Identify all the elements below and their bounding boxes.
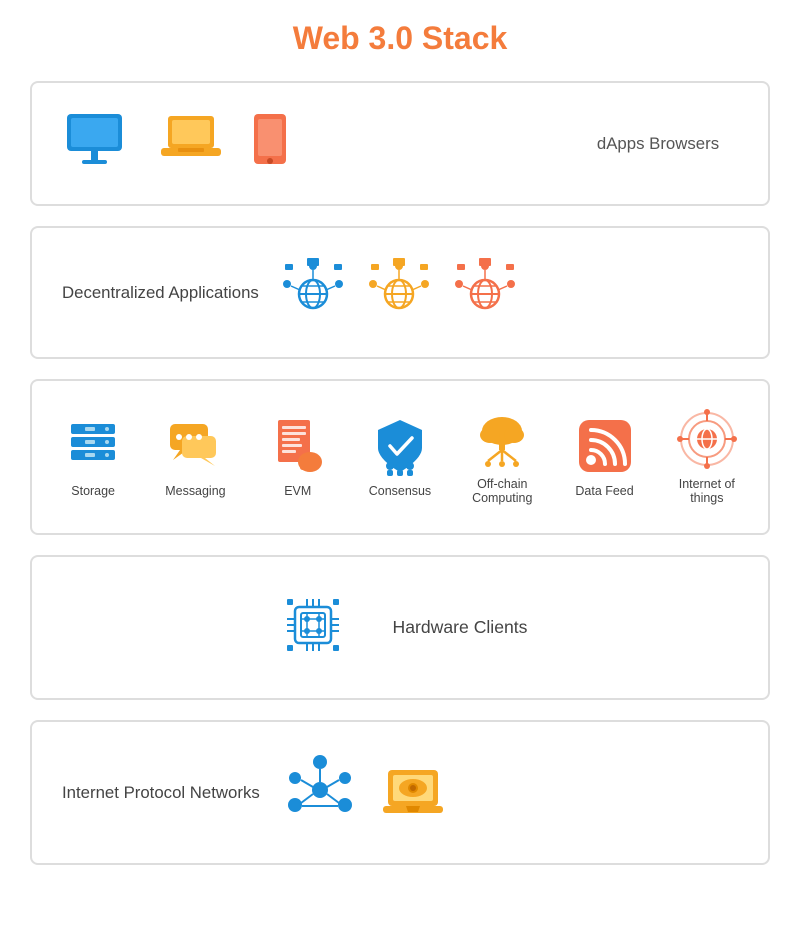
ip-networks-icons [280,750,738,835]
iot-item: Internet of things [672,409,742,505]
ip-networks-label: Internet Protocol Networks [62,781,260,805]
page-title: Web 3.0 Stack [30,20,770,57]
messaging-item: Messaging [160,416,230,498]
storage-label: Storage [71,484,115,498]
eye-monitor-yellow-icon [378,750,458,835]
section-hardware-clients: Hardware Clients [30,555,770,700]
network-globe-orange-icon [451,256,519,329]
network-globe-yellow-icon [365,256,433,329]
datafeed-item: Data Feed [570,416,640,498]
section-dapps-browsers: dApps Browsers [30,81,770,206]
network-globe-blue-icon [279,256,347,329]
browsers-icons [62,111,558,176]
consensus-item: Consensus [365,416,435,498]
browsers-label: dApps Browsers [578,134,738,154]
evm-item: EVM [263,416,333,498]
offchain-label: Off-chain Computing [472,477,532,505]
offchain-item: Off-chain Computing [467,409,537,505]
evm-label: EVM [284,484,311,498]
desktop-monitor-icon [62,111,132,176]
datafeed-label: Data Feed [575,484,633,498]
consensus-label: Consensus [369,484,431,498]
messaging-label: Messaging [165,484,225,498]
decentralized-apps-icons [279,256,738,329]
laptop-icon [156,111,226,176]
section-services: Storage Messaging [30,379,770,535]
chip-icon [273,585,353,670]
iot-label: Internet of things [679,477,735,505]
hardware-clients-label: Hardware Clients [393,615,528,640]
network-nodes-blue-icon [280,750,360,835]
storage-item: Storage [58,416,128,498]
tablet-icon [250,111,290,176]
section-decentralized-apps: Decentralized Applications [30,226,770,359]
decentralized-apps-label: Decentralized Applications [62,281,259,305]
section-ip-networks: Internet Protocol Networks [30,720,770,865]
